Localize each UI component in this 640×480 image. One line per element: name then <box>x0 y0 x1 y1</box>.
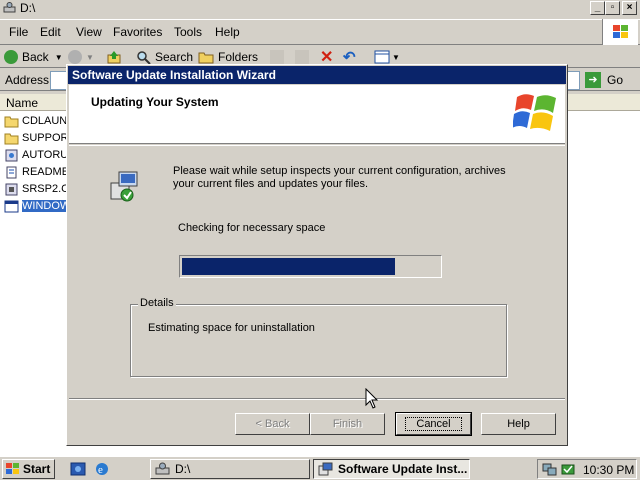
wizard-header-title: Updating Your System <box>91 95 219 109</box>
update-wizard-dialog: Software Update Installation Wizard Upda… <box>66 64 568 446</box>
forward-dropdown-icon: ▼ <box>86 52 94 62</box>
explorer-titlebar[interactable]: D:\ _ ▫ × <box>0 0 640 17</box>
menu-help[interactable]: Help <box>215 25 240 39</box>
back-label: Back <box>22 50 49 64</box>
list-item[interactable]: CDLAUNC <box>4 113 75 129</box>
help-button[interactable]: Help <box>481 413 556 435</box>
list-item[interactable]: AUTORU <box>4 147 68 163</box>
progress-fill <box>182 258 396 275</box>
folder-icon <box>4 116 19 127</box>
wizard-title: Software Update Installation Wizard <box>72 68 276 82</box>
intro-text: Please wait while setup inspects your cu… <box>173 165 506 190</box>
folders-icon <box>198 52 214 64</box>
update-setup-icon <box>110 171 138 202</box>
task-label: Software Update Inst... <box>338 462 468 476</box>
wizard-titlebar[interactable]: Software Update Installation Wizard <box>68 66 566 84</box>
maximize-button[interactable]: ▫ <box>605 1 620 15</box>
windows-xp-logo-icon <box>513 94 556 131</box>
menu-view[interactable]: View <box>76 25 102 39</box>
back-arrow-icon <box>4 50 18 64</box>
details-label: Details <box>138 297 176 309</box>
explorer-title: D:\ <box>20 1 36 15</box>
file-name: AUTORU <box>22 149 69 161</box>
task-explorer[interactable]: D:\ <box>150 459 310 479</box>
network-icon[interactable] <box>542 461 558 477</box>
setup-icon <box>5 183 18 195</box>
progress-bar <box>179 255 442 278</box>
details-text: Estimating space for uninstallation <box>148 322 315 334</box>
minimize-button[interactable]: _ <box>590 1 605 15</box>
folders-label: Folders <box>218 50 259 64</box>
menu-tools[interactable]: Tools <box>174 25 202 39</box>
button-separator <box>69 398 565 400</box>
clock[interactable]: 10:30 PM <box>583 463 634 477</box>
file-name: SRSP2.C <box>22 183 70 195</box>
file-name: WINDOW <box>22 200 71 212</box>
header-separator <box>69 145 565 146</box>
taskbar: Start e D:\ Software Update Inst... 10:3… <box>0 456 640 480</box>
go-arrow-icon: ➜ <box>585 72 601 88</box>
list-item[interactable]: WINDOW <box>4 198 71 214</box>
finish-button[interactable]: Finish <box>310 413 385 435</box>
start-label: Start <box>23 462 51 476</box>
setup-icon <box>5 149 18 161</box>
column-name-label: Name <box>6 96 39 110</box>
svg-text:e: e <box>98 464 103 476</box>
back-button[interactable]: Back ▼ <box>4 48 63 66</box>
menu-file[interactable]: File <box>9 25 28 39</box>
address-label: Address <box>5 73 50 87</box>
cancel-button[interactable]: Cancel <box>395 412 472 436</box>
search-icon <box>137 50 151 65</box>
drive-icon <box>155 462 170 475</box>
up-folder-icon <box>107 51 121 64</box>
task-label: D:\ <box>175 462 191 476</box>
status-text: Checking for necessary space <box>178 222 326 234</box>
windows-flag-icon <box>613 25 628 38</box>
mouse-cursor-icon <box>365 388 379 409</box>
back-dropdown-icon: ▼ <box>54 52 63 62</box>
internet-explorer-icon[interactable]: e <box>94 461 110 477</box>
drive-icon <box>3 2 16 13</box>
windows-flag-icon <box>6 463 19 474</box>
update-notification-icon[interactable] <box>560 461 576 477</box>
list-item[interactable]: SUPPORT <box>4 130 75 146</box>
back-wizard-button[interactable]: < Back <box>235 413 310 435</box>
wizard-header: Updating Your System <box>69 85 565 144</box>
go-label: Go <box>607 73 624 87</box>
system-tray: 10:30 PM <box>537 459 637 479</box>
folder-icon <box>4 133 19 144</box>
window-icon <box>4 200 19 212</box>
document-icon <box>6 166 17 178</box>
show-desktop-icon[interactable] <box>70 461 86 477</box>
menu-favorites[interactable]: Favorites <box>113 25 162 39</box>
close-button[interactable]: × <box>622 1 637 15</box>
list-item[interactable]: SRSP2.C <box>4 181 69 197</box>
menu-edit[interactable]: Edit <box>40 25 61 39</box>
search-label: Search <box>155 50 194 64</box>
views-icon <box>374 50 390 64</box>
forward-arrow-icon <box>68 50 82 64</box>
start-button[interactable]: Start <box>2 459 55 479</box>
setup-icon <box>318 462 333 476</box>
cancel-label: Cancel <box>405 417 462 431</box>
views-dropdown-icon: ▼ <box>392 52 400 62</box>
windows-flag-box <box>602 19 638 45</box>
go-button[interactable]: ➜ Go <box>585 71 635 89</box>
move-to-icon <box>270 50 284 64</box>
details-group: Details Estimating space for uninstallat… <box>130 297 507 377</box>
copy-to-icon <box>295 50 309 64</box>
task-update-wizard[interactable]: Software Update Inst... <box>313 459 470 479</box>
menu-bar: File Edit View Favorites Tools Help <box>0 19 640 45</box>
